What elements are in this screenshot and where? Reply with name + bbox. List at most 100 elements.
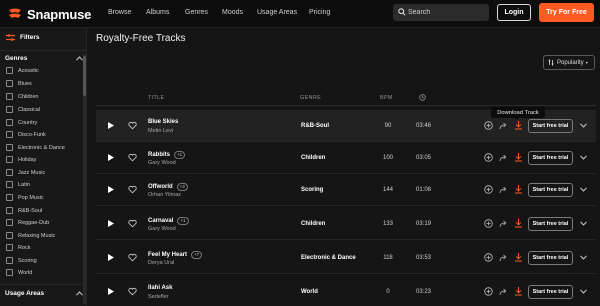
checkbox[interactable] bbox=[6, 93, 13, 100]
track-genre[interactable]: Children bbox=[301, 155, 325, 161]
track-title-text[interactable]: Ilahi Ask bbox=[148, 285, 172, 291]
checkbox[interactable] bbox=[6, 269, 13, 276]
track-title-text[interactable]: Carnaval bbox=[148, 218, 173, 224]
sort-dropdown[interactable]: Popularity ▾ bbox=[543, 55, 595, 70]
share-icon[interactable] bbox=[499, 185, 508, 194]
checkbox[interactable] bbox=[6, 219, 13, 226]
genre-checkbox-world[interactable]: World bbox=[6, 269, 32, 276]
download-icon[interactable] bbox=[514, 184, 523, 194]
track-title[interactable]: Blue Skies bbox=[148, 119, 178, 125]
start-free-trial-button[interactable]: Start free trial bbox=[528, 217, 573, 231]
column-header-bpm[interactable]: BPM bbox=[380, 95, 393, 101]
chevron-down-icon[interactable] bbox=[580, 187, 587, 192]
version-count-badge[interactable]: +1 bbox=[174, 151, 186, 159]
sidebar-scrollbar-thumb[interactable] bbox=[83, 56, 86, 96]
track-genre[interactable]: Children bbox=[301, 221, 325, 227]
try-for-free-button[interactable]: Try For Free bbox=[539, 3, 594, 22]
nav-link-usage-areas[interactable]: Usage Areas bbox=[257, 9, 297, 16]
login-button[interactable]: Login bbox=[497, 4, 531, 21]
start-free-trial-button[interactable]: Start free trial bbox=[528, 151, 573, 165]
checkbox[interactable] bbox=[6, 131, 13, 138]
track-artist[interactable]: Orhan Yilmaz bbox=[148, 192, 181, 198]
checkbox[interactable] bbox=[6, 67, 13, 74]
genre-checkbox-reggae-dub[interactable]: Reggae-Dub bbox=[6, 219, 49, 226]
genre-checkbox-classical[interactable]: Classical bbox=[6, 106, 40, 113]
checkbox[interactable] bbox=[6, 106, 13, 113]
start-free-trial-button[interactable]: Start free trial bbox=[528, 251, 573, 265]
genre-checkbox-scoring[interactable]: Scoring bbox=[6, 257, 37, 264]
checkbox[interactable] bbox=[6, 80, 13, 87]
add-to-playlist-icon[interactable] bbox=[484, 121, 493, 130]
start-free-trial-button[interactable]: Start free trial bbox=[528, 119, 573, 133]
track-title[interactable]: Offworld +3 bbox=[148, 183, 188, 191]
checkbox[interactable] bbox=[6, 144, 13, 151]
download-icon[interactable] bbox=[514, 152, 523, 162]
track-row[interactable]: Offworld +3 Orhan Yilmaz Scoring 144 01:0… bbox=[96, 174, 596, 206]
track-artist[interactable]: Derya Ural bbox=[148, 260, 174, 266]
checkbox[interactable] bbox=[6, 169, 13, 176]
track-title[interactable]: Ilahi Ask bbox=[148, 285, 172, 291]
checkbox[interactable] bbox=[6, 207, 13, 214]
share-icon[interactable] bbox=[499, 219, 508, 228]
track-row[interactable]: Rabbits +1 Gary Wood Children 100 03:05 S… bbox=[96, 142, 596, 174]
genre-checkbox-children[interactable]: Children bbox=[6, 93, 38, 100]
play-icon[interactable] bbox=[106, 121, 115, 130]
heart-icon[interactable] bbox=[128, 287, 137, 296]
checkbox[interactable] bbox=[6, 194, 13, 201]
heart-icon[interactable] bbox=[128, 185, 137, 194]
track-title-text[interactable]: Offworld bbox=[148, 184, 173, 190]
track-title-text[interactable]: Blue Skies bbox=[148, 119, 178, 125]
download-icon[interactable] bbox=[514, 286, 523, 296]
play-icon[interactable] bbox=[106, 185, 115, 194]
genres-group-header[interactable]: Genres bbox=[5, 55, 83, 62]
track-title-text[interactable]: Rabbits bbox=[148, 152, 170, 158]
share-icon[interactable] bbox=[499, 253, 508, 262]
search-box[interactable] bbox=[393, 4, 489, 21]
track-title[interactable]: Carnaval +1 bbox=[148, 217, 189, 225]
start-free-trial-button[interactable]: Start free trial bbox=[528, 285, 573, 299]
track-genre[interactable]: R&B-Soul bbox=[301, 123, 329, 129]
checkbox[interactable] bbox=[6, 232, 13, 239]
heart-icon[interactable] bbox=[128, 121, 137, 130]
column-header-title[interactable]: TITLE bbox=[148, 95, 164, 101]
logo[interactable]: Snapmuse bbox=[7, 6, 91, 22]
version-count-badge[interactable]: +1 bbox=[177, 217, 189, 225]
track-row[interactable]: Ilahi Ask Sedefler World 0 03:23 Start f… bbox=[96, 276, 596, 306]
track-row[interactable]: Carnaval +1 Gary Wood Children 133 03:19 … bbox=[96, 208, 596, 240]
track-artist[interactable]: Metin Levi bbox=[148, 128, 173, 134]
checkbox[interactable] bbox=[6, 244, 13, 251]
share-icon[interactable] bbox=[499, 287, 508, 296]
share-icon[interactable] bbox=[499, 121, 508, 130]
nav-link-albums[interactable]: Albums bbox=[146, 9, 169, 16]
track-artist[interactable]: Sedefler bbox=[148, 294, 169, 300]
genre-checkbox-relaxing[interactable]: Relaxing Music bbox=[6, 232, 55, 239]
heart-icon[interactable] bbox=[128, 219, 137, 228]
start-free-trial-button[interactable]: Start free trial bbox=[528, 183, 573, 197]
column-header-genre[interactable]: GENRE bbox=[300, 95, 321, 101]
genre-checkbox-latin[interactable]: Latin bbox=[6, 181, 30, 188]
track-artist[interactable]: Gary Wood bbox=[148, 226, 176, 232]
play-icon[interactable] bbox=[106, 253, 115, 262]
share-icon[interactable] bbox=[499, 153, 508, 162]
version-count-badge[interactable]: +3 bbox=[176, 183, 188, 191]
genre-checkbox-disco-funk[interactable]: Disco-Funk bbox=[6, 131, 46, 138]
add-to-playlist-icon[interactable] bbox=[484, 185, 493, 194]
nav-link-pricing[interactable]: Pricing bbox=[309, 9, 330, 16]
play-icon[interactable] bbox=[106, 287, 115, 296]
nav-link-genres[interactable]: Genres bbox=[185, 9, 208, 16]
chevron-down-icon[interactable] bbox=[580, 123, 587, 128]
genre-checkbox-country[interactable]: Country bbox=[6, 119, 37, 126]
chevron-down-icon[interactable] bbox=[580, 255, 587, 260]
genre-checkbox-rock[interactable]: Rock bbox=[6, 244, 31, 251]
add-to-playlist-icon[interactable] bbox=[484, 287, 493, 296]
track-genre[interactable]: Scoring bbox=[301, 187, 323, 193]
download-icon[interactable] bbox=[514, 252, 523, 262]
play-icon[interactable] bbox=[106, 153, 115, 162]
chevron-down-icon[interactable] bbox=[580, 289, 587, 294]
checkbox[interactable] bbox=[6, 257, 13, 264]
search-input[interactable] bbox=[408, 6, 484, 19]
usage-areas-group-header[interactable]: Usage Areas bbox=[5, 290, 83, 297]
track-genre[interactable]: Electronic & Dance bbox=[301, 255, 356, 261]
track-title[interactable]: Rabbits +1 bbox=[148, 151, 186, 159]
genre-checkbox-holiday[interactable]: Holiday bbox=[6, 156, 36, 163]
